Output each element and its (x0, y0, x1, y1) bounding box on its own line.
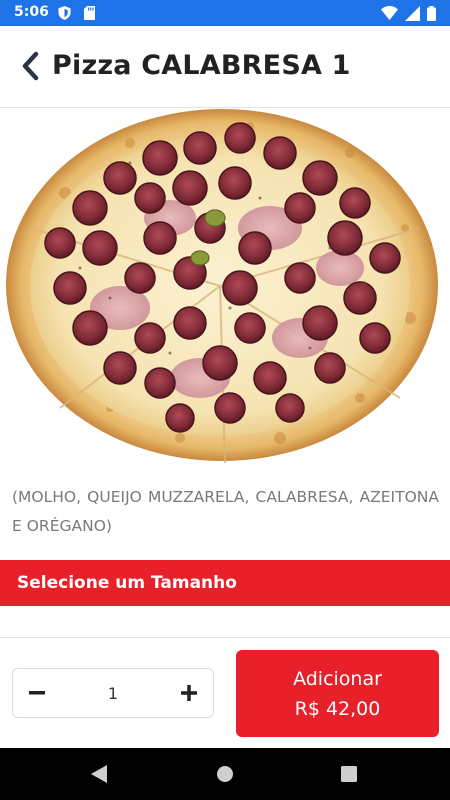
minus-icon (29, 691, 45, 695)
size-selector-header[interactable]: Selecione um Tamanho (0, 560, 450, 606)
sd-card-icon (84, 6, 95, 20)
size-selector-label: Selecione um Tamanho (17, 573, 237, 593)
add-to-cart-button[interactable]: Adicionar R$ 42,00 (236, 650, 439, 737)
system-nav-bar (0, 748, 450, 800)
increase-quantity-button[interactable] (165, 669, 213, 717)
nav-home-button[interactable] (195, 748, 255, 800)
nav-recents-button[interactable] (319, 748, 379, 800)
battery-icon (427, 5, 436, 21)
shield-icon (58, 6, 71, 20)
chevron-left-icon (22, 51, 39, 81)
quantity-stepper: 1 (12, 668, 214, 718)
home-circle-icon (217, 766, 233, 782)
product-image (0, 108, 450, 468)
add-button-label: Adicionar (293, 667, 382, 690)
plus-icon (181, 685, 197, 701)
pizza-photo (6, 109, 438, 464)
divider (0, 637, 450, 638)
app-bar: Pizza CALABRESA 1 (0, 26, 450, 108)
wifi-icon (381, 6, 398, 20)
status-time: 5:06 (14, 4, 49, 20)
product-description: (MOLHO, QUEIJO MUZZARELA, CALABRESA, AZE… (12, 488, 439, 535)
recents-square-icon (341, 766, 357, 782)
signal-icon (405, 5, 420, 21)
add-button-price: R$ 42,00 (294, 697, 381, 720)
status-bar: 5:06 (0, 0, 450, 26)
back-triangle-icon (91, 765, 107, 783)
nav-back-button[interactable] (69, 748, 129, 800)
decrease-quantity-button[interactable] (13, 669, 61, 717)
page-title: Pizza CALABRESA 1 (52, 50, 351, 81)
back-button[interactable] (12, 46, 48, 86)
quantity-value: 1 (107, 683, 119, 703)
